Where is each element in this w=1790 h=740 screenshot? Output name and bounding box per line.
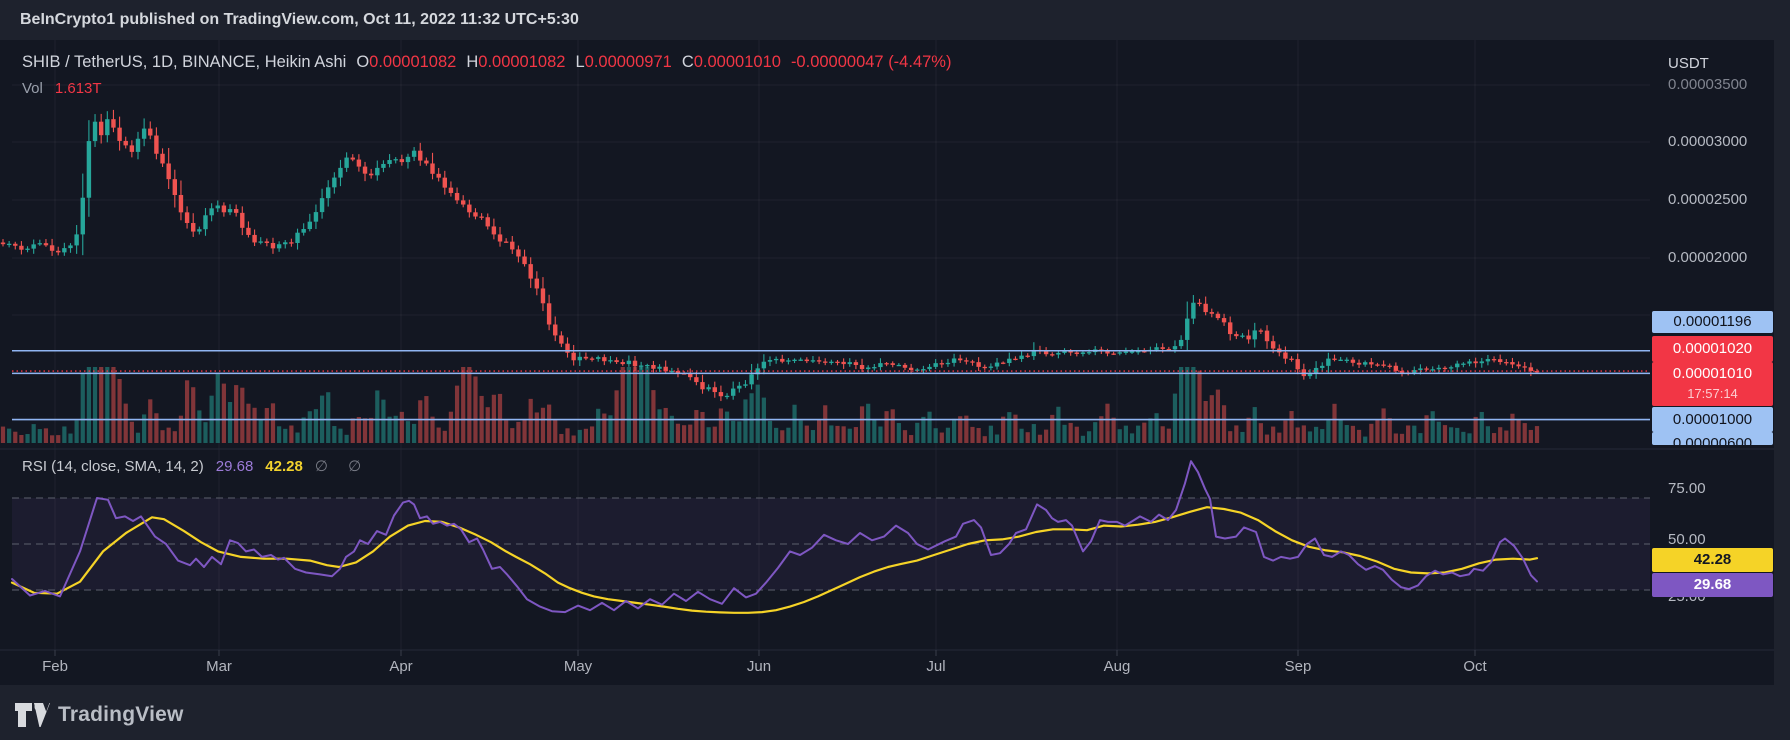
- month-label-jun: Jun: [746, 658, 772, 675]
- change-value: -0.00000047 (-4.47%): [790, 53, 952, 71]
- month-label-mar: Mar: [206, 658, 232, 675]
- ohlc-c: C0.00001010: [681, 53, 781, 71]
- volume-value: 1.613T: [54, 80, 102, 97]
- tradingview-logo-text: TradingView: [58, 703, 184, 726]
- volume-label: Vol: [22, 80, 43, 97]
- month-label-may: May: [563, 658, 593, 675]
- countdown-timer: 17:57:14: [1687, 386, 1738, 401]
- ohlc-o: O0.00001082: [356, 53, 457, 71]
- month-label-sep: Sep: [1284, 658, 1312, 675]
- attribution-bar: BeInCrypto1 published on TradingView.com…: [0, 0, 1790, 40]
- rsi-value: 29.68: [215, 458, 254, 475]
- chart-card: SHIB / TetherUS, 1D, BINANCE, Heikin Ash…: [0, 40, 1774, 685]
- price-tick-label: 0.00003500: [1668, 76, 1748, 93]
- symbol-title: SHIB / TetherUS, 1D, BINANCE, Heikin Ash…: [22, 53, 347, 71]
- rsi-label: RSI (14, close, SMA, 14, 2): [22, 458, 204, 475]
- tradingview-logo-icon: [15, 703, 50, 727]
- price-axis-currency: USDT: [1668, 55, 1709, 72]
- price-badge-last-ha-price: 0.00001010 17:57:14: [1652, 362, 1773, 406]
- tradingview-published-chart: BeInCrypto1 published on TradingView.com…: [0, 0, 1790, 740]
- volume-legend: Vol 1.613T: [22, 80, 102, 97]
- ohlc-h: H0.00001082: [466, 53, 566, 71]
- symbol-legend: SHIB / TetherUS, 1D, BINANCE, Heikin Ash…: [22, 53, 951, 72]
- rsi-badge: 42.28: [1652, 548, 1773, 572]
- rsi-tick-label: 75.00: [1668, 480, 1706, 497]
- rsi-null-symbols: ∅ ∅: [314, 458, 370, 475]
- rsi-legend: RSI (14, close, SMA, 14, 2) 29.68 42.28 ∅ ∅: [22, 457, 369, 475]
- price-badge-level: 0.00001000: [1652, 407, 1773, 432]
- price-tick-label: 0.00002000: [1668, 249, 1748, 266]
- tradingview-logo[interactable]: TradingView: [14, 700, 184, 730]
- price-badge-level: 0.00001196: [1652, 311, 1773, 333]
- ohlc-l: L0.00000971: [575, 53, 672, 71]
- price-tick-label: 0.00002500: [1668, 191, 1748, 208]
- month-label-apr: Apr: [389, 658, 413, 675]
- rsi-tick-label: 50.00: [1668, 531, 1706, 548]
- chart-plot-area[interactable]: [0, 40, 1774, 685]
- price-badge-level-clipped: 0.00000600: [1652, 432, 1773, 445]
- month-label-aug: Aug: [1103, 658, 1131, 675]
- month-label-oct: Oct: [1463, 658, 1487, 675]
- price-badge-last-real-price: 0.00001020: [1652, 336, 1773, 362]
- rsi-badge: 29.68: [1652, 573, 1773, 597]
- attribution-text: BeInCrypto1 published on TradingView.com…: [20, 11, 579, 28]
- month-label-feb: Feb: [42, 658, 68, 675]
- month-label-jul: Jul: [926, 658, 946, 675]
- rsi-sma-value: 42.28: [265, 458, 303, 475]
- ohlc-values: O0.00001082 H0.00001082 L0.00000971 C0.0000…: [346, 53, 781, 71]
- price-tick-label: 0.00003000: [1668, 133, 1748, 150]
